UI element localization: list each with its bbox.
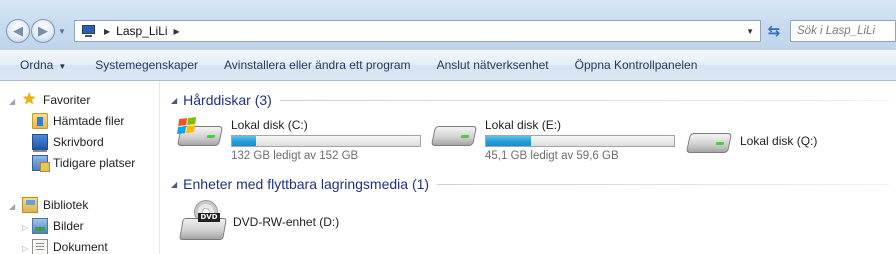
drive-name: Lokal disk (Q:) bbox=[740, 134, 818, 148]
search-input[interactable]: Sök i Lasp_LiLi bbox=[790, 20, 896, 42]
nav-item-label: Hämtade filer bbox=[53, 114, 125, 128]
chevron-down-icon: ▼ bbox=[58, 62, 67, 71]
nav-item-favorites[interactable]: ★ Favoriter bbox=[22, 92, 90, 108]
star-icon: ★ bbox=[22, 91, 37, 108]
navigation-pane: ◢ ★ Favoriter Hämtade filer Skrivbord Ti… bbox=[0, 82, 160, 254]
address-bar-row: ◀ ▶ ▼ ▶ Lasp_LiLi ▶ ▼ ⇆ Sök i Lasp_LiLi bbox=[0, 0, 896, 50]
drive-item-e[interactable]: Lokal disk (E:) 45,1 GB ledigt av 59,6 G… bbox=[430, 118, 675, 162]
expand-icon[interactable]: ▷ bbox=[22, 223, 28, 232]
computer-icon bbox=[80, 24, 98, 38]
hard-drive-icon bbox=[430, 118, 479, 152]
nav-item-label: Skrivbord bbox=[53, 135, 104, 149]
back-button[interactable]: ◀ bbox=[6, 19, 30, 43]
open-control-panel-button[interactable]: Öppna Kontrollpanelen bbox=[562, 58, 711, 72]
drive-item-dvd[interactable]: DVD DVD-RW-enhet (D:) bbox=[179, 200, 339, 244]
breadcrumb-separator-icon[interactable]: ▶ bbox=[104, 27, 110, 36]
nav-item-label: Tidigare platser bbox=[53, 156, 136, 170]
nav-item-downloads[interactable]: Hämtade filer bbox=[32, 113, 124, 129]
collapse-icon[interactable]: ◢ bbox=[9, 97, 15, 106]
windows-drive-icon bbox=[176, 117, 225, 152]
pictures-icon bbox=[32, 218, 48, 234]
documents-icon bbox=[32, 239, 48, 254]
breadcrumb-item[interactable]: Lasp_LiLi bbox=[116, 24, 167, 38]
recent-places-icon bbox=[32, 155, 50, 172]
libraries-icon bbox=[22, 197, 38, 213]
drive-name: DVD-RW-enhet (D:) bbox=[233, 215, 340, 229]
drive-item-q[interactable]: Lokal disk (Q:) bbox=[685, 125, 818, 159]
drive-item-c[interactable]: Lokal disk (C:) 132 GB ledigt av 152 GB bbox=[176, 117, 421, 162]
desktop-icon bbox=[32, 134, 48, 152]
map-network-drive-button[interactable]: Anslut nätverksenhet bbox=[424, 58, 562, 72]
nav-item-pictures[interactable]: Bilder bbox=[32, 218, 84, 234]
organize-button[interactable]: Ordna ▼ bbox=[0, 58, 82, 72]
hard-drive-icon bbox=[685, 125, 734, 159]
nav-item-recent-places[interactable]: Tidigare platser bbox=[32, 155, 136, 172]
collapse-icon: ◢ bbox=[171, 95, 178, 105]
address-dropdown-icon[interactable]: ▼ bbox=[746, 27, 754, 36]
drive-free-space: 45,1 GB ledigt av 59,6 GB bbox=[485, 150, 619, 162]
drive-usage-bar bbox=[231, 135, 421, 147]
arrow-right-icon: ▶ bbox=[38, 23, 48, 38]
group-title: Enheter med flyttbara lagringsmedia (1) bbox=[183, 176, 430, 192]
refresh-icon: ⇆ bbox=[767, 23, 781, 40]
drive-usage-fill bbox=[232, 136, 257, 146]
command-bar: Ordna ▼ Systemegenskaper Avinstallera ell… bbox=[0, 50, 896, 81]
group-header-hard-disks[interactable]: ◢ Hårddiskar (3) bbox=[171, 92, 889, 108]
nav-item-documents[interactable]: Dokument bbox=[32, 239, 108, 254]
arrow-left-icon: ◀ bbox=[13, 23, 23, 38]
nav-item-label: Dokument bbox=[53, 240, 108, 254]
nav-item-desktop[interactable]: Skrivbord bbox=[32, 134, 104, 152]
address-box[interactable]: ▶ Lasp_LiLi ▶ ▼ bbox=[74, 20, 761, 42]
drive-name: Lokal disk (C:) bbox=[231, 118, 308, 132]
collapse-icon: ◢ bbox=[171, 179, 178, 189]
group-title: Hårddiskar (3) bbox=[183, 92, 272, 108]
nav-item-libraries[interactable]: Bibliotek bbox=[22, 197, 88, 213]
refresh-button[interactable]: ⇆ bbox=[763, 20, 785, 42]
drive-name: Lokal disk (E:) bbox=[485, 118, 562, 132]
dvd-label: DVD bbox=[198, 213, 220, 222]
nav-item-label: Bibliotek bbox=[43, 198, 89, 212]
group-divider bbox=[437, 183, 889, 185]
nav-item-label: Bilder bbox=[53, 219, 84, 233]
downloads-folder-icon bbox=[32, 113, 48, 129]
recent-pages-dropdown[interactable]: ▼ bbox=[58, 27, 66, 36]
drive-free-space: 132 GB ledigt av 152 GB bbox=[231, 150, 359, 162]
breadcrumb-separator-icon[interactable]: ▶ bbox=[174, 27, 180, 36]
uninstall-program-button[interactable]: Avinstallera eller ändra ett program bbox=[211, 58, 424, 72]
group-header-removable[interactable]: ◢ Enheter med flyttbara lagringsmedia (1… bbox=[171, 176, 889, 192]
drive-usage-fill bbox=[486, 136, 532, 146]
dvd-drive-icon: DVD bbox=[179, 200, 229, 244]
system-properties-button[interactable]: Systemegenskaper bbox=[82, 58, 211, 72]
expand-icon[interactable]: ▷ bbox=[22, 244, 28, 253]
content-pane: ◢ Hårddiskar (3) Lokal disk (C:) 132 GB … bbox=[161, 82, 896, 254]
group-divider bbox=[279, 99, 889, 101]
collapse-icon[interactable]: ◢ bbox=[9, 202, 15, 211]
organize-label: Ordna bbox=[20, 58, 54, 72]
nav-item-label: Favoriter bbox=[43, 93, 91, 107]
forward-button[interactable]: ▶ bbox=[31, 19, 55, 43]
drive-usage-bar bbox=[485, 135, 675, 147]
